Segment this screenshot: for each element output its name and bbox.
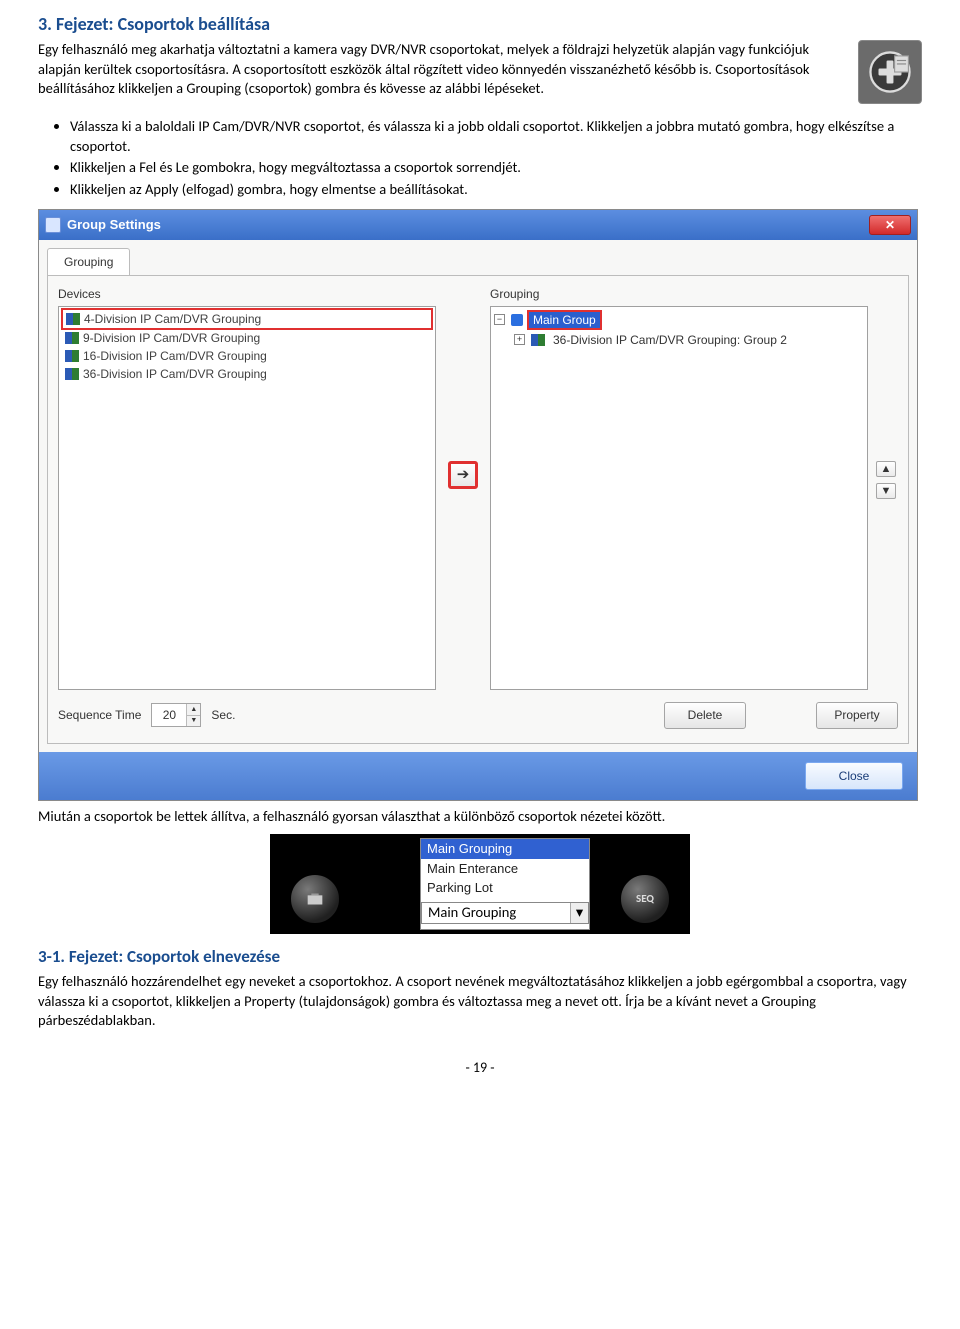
tree-collapse-icon[interactable]: − [494, 314, 505, 325]
tree-sub-group[interactable]: + 36-Division IP Cam/DVR Grouping: Group… [514, 331, 864, 349]
tree-expand-icon[interactable]: + [514, 334, 525, 345]
step-1: Válassza ki a baloldali IP Cam/DVR/NVR c… [70, 117, 922, 156]
group-settings-dialog: Group Settings ✕ Grouping Devices 4-Divi… [38, 209, 918, 800]
chapter-3-steps: Válassza ki a baloldali IP Cam/DVR/NVR c… [38, 117, 922, 199]
grouping-app-icon [858, 40, 922, 104]
seq-knob-button[interactable]: SEQ [618, 872, 672, 926]
group-icon [511, 314, 523, 326]
dropdown-option-main-entrance[interactable]: Main Enterance [421, 859, 589, 879]
device-item-label: 9-Division IP Cam/DVR Grouping [83, 330, 260, 346]
devices-listbox[interactable]: 4-Division IP Cam/DVR Grouping 9-Divisio… [58, 306, 436, 690]
dialog-icon [45, 217, 61, 233]
chapter-3-intro: Egy felhasználó meg akarhatja változtatn… [38, 40, 846, 99]
grouping-label: Grouping [490, 286, 868, 302]
group-dropdown[interactable]: Main Grouping Main Enterance Parking Lot… [420, 838, 590, 930]
sequence-time-label: Sequence Time [58, 707, 141, 723]
device-icon [531, 334, 545, 346]
device-item-label: 4-Division IP Cam/DVR Grouping [84, 311, 261, 327]
move-right-button[interactable]: ➔ [448, 461, 478, 489]
tree-sub-group-label: 36-Division IP Cam/DVR Grouping: Group 2 [549, 332, 791, 348]
device-item-label: 36-Division IP Cam/DVR Grouping [83, 366, 267, 382]
dropdown-option-parking-lot[interactable]: Parking Lot [421, 878, 589, 898]
grouping-treeview[interactable]: − Main Group + 36-Division IP Cam/DVR Gr… [490, 306, 868, 690]
device-item-4div[interactable]: 4-Division IP Cam/DVR Grouping [61, 308, 433, 330]
step-3: Klikkeljen az Apply (elfogad) gombra, ho… [70, 180, 922, 200]
device-item-36div[interactable]: 36-Division IP Cam/DVR Grouping [62, 365, 432, 383]
move-down-button[interactable]: ▼ [876, 483, 896, 499]
after-dialog-text: Miután a csoportok be lettek állítva, a … [38, 807, 922, 827]
view-toolbar: Main Grouping Main Enterance Parking Lot… [270, 834, 690, 934]
device-icon [66, 313, 80, 325]
spinner-up-icon[interactable]: ▲ [186, 704, 200, 716]
tab-grouping[interactable]: Grouping [47, 248, 130, 275]
camera-knob-icon[interactable] [288, 872, 342, 926]
step-2: Klikkeljen a Fel és Le gombokra, hogy me… [70, 158, 922, 178]
dialog-title-text: Group Settings [67, 216, 161, 234]
dropdown-selected[interactable]: Main Grouping ▾ [421, 902, 589, 924]
dialog-titlebar[interactable]: Group Settings ✕ [39, 210, 917, 240]
chevron-down-icon[interactable]: ▾ [570, 903, 588, 923]
close-button[interactable]: Close [805, 762, 903, 790]
dialog-close-x-button[interactable]: ✕ [869, 215, 911, 235]
dropdown-option-main-grouping[interactable]: Main Grouping [421, 839, 589, 859]
device-item-9div[interactable]: 9-Division IP Cam/DVR Grouping [62, 329, 432, 347]
device-icon [65, 332, 79, 344]
tree-main-group-label: Main Group [527, 310, 602, 330]
chapter-3-1-heading: 3-1. Fejezet: Csoportok elnevezése [38, 946, 922, 969]
chapter-3-heading: 3. Fejezet: Csoportok beállítása [38, 12, 922, 36]
sequence-time-spinner[interactable]: 20 ▲ ▼ [151, 703, 201, 727]
move-up-button[interactable]: ▲ [876, 461, 896, 477]
devices-label: Devices [58, 286, 436, 302]
device-icon [65, 368, 79, 380]
device-item-label: 16-Division IP Cam/DVR Grouping [83, 348, 267, 364]
spinner-down-icon[interactable]: ▼ [186, 716, 200, 727]
delete-button[interactable]: Delete [664, 702, 746, 729]
device-item-16div[interactable]: 16-Division IP Cam/DVR Grouping [62, 347, 432, 365]
page-number: - 19 - [38, 1059, 922, 1078]
sequence-time-value: 20 [152, 704, 186, 726]
sequence-time-unit: Sec. [211, 707, 235, 723]
device-icon [65, 350, 79, 362]
tree-main-group[interactable]: − Main Group [494, 309, 864, 331]
dropdown-selected-label: Main Grouping [428, 903, 516, 923]
property-button[interactable]: Property [816, 702, 898, 729]
chapter-3-1-text: Egy felhasználó hozzárendelhet egy nevek… [38, 972, 922, 1031]
